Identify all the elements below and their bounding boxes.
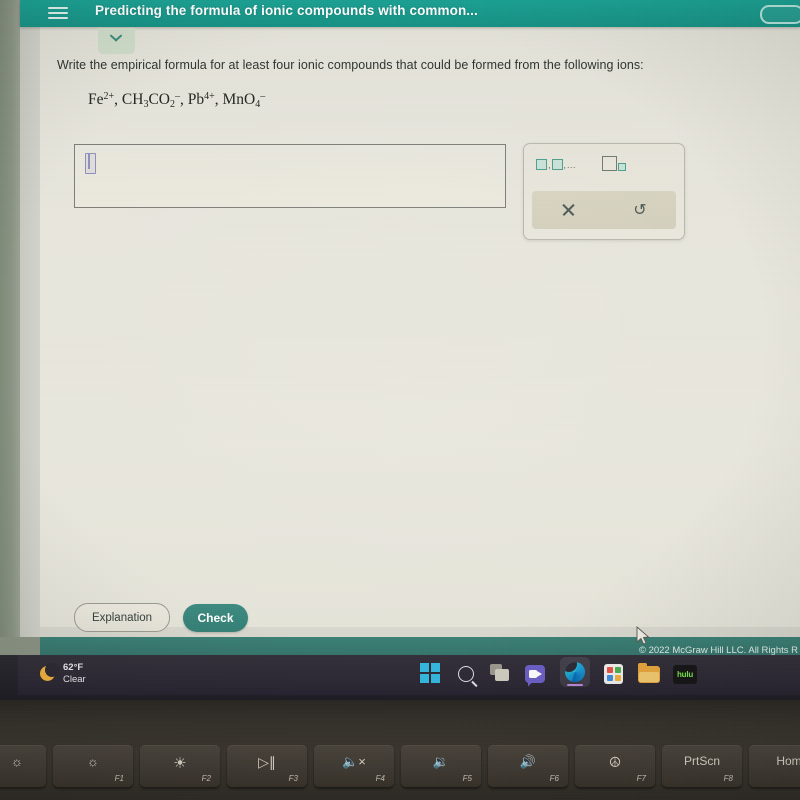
app-header: Predicting the formula of ionic compound… <box>20 0 800 27</box>
brightness-down-key[interactable]: ☼ F1 <box>53 745 133 787</box>
volume-up-key[interactable]: 🔊 F6 <box>488 745 568 787</box>
explanation-button[interactable]: Explanation <box>74 603 170 632</box>
browser-left-gutter <box>20 0 40 655</box>
edge-button[interactable] <box>560 657 590 687</box>
copyright-text: © 2022 McGraw Hill LLC. All Rights R <box>638 645 798 655</box>
list-box-2 <box>551 159 563 170</box>
ion-iron: Fe2+ <box>88 91 115 108</box>
keyboard-backlight-key[interactable]: ☮ F7 <box>575 745 655 787</box>
mute-key[interactable]: 🔈× F4 <box>314 745 394 787</box>
page-background <box>40 27 800 627</box>
mouse-cursor-icon <box>636 626 650 645</box>
hamburger-menu-icon[interactable] <box>48 4 70 22</box>
folder-icon <box>638 662 660 683</box>
windows-taskbar: 62°F Clear hulu <box>0 655 800 700</box>
sub-index-box <box>618 163 626 171</box>
key-label-f7: F7 <box>636 774 646 783</box>
laptop-screen: Predicting the formula of ionic compound… <box>0 0 800 655</box>
list-box-1 <box>536 159 547 170</box>
edge-icon <box>565 662 585 682</box>
ion-permanganate: MnO4– <box>222 91 266 110</box>
key-label-f1: F1 <box>114 774 124 783</box>
palette-tool-row: , , ... <box>524 154 684 189</box>
text-cursor-icon <box>85 153 96 174</box>
store-button[interactable] <box>603 663 625 685</box>
list-comma-2: , <box>563 160 567 170</box>
search-icon <box>458 665 474 682</box>
task-view-button[interactable] <box>490 663 512 685</box>
print-screen-key[interactable]: PrtScn F8 <box>662 745 742 787</box>
x-clear-icon[interactable] <box>532 191 604 229</box>
header-pill-button[interactable] <box>760 5 800 24</box>
chat-icon <box>525 664 545 687</box>
start-button[interactable] <box>420 662 442 685</box>
task-view-icon <box>490 663 512 683</box>
ion-lead: Pb4+ <box>187 91 215 108</box>
windows-logo-icon <box>420 662 442 683</box>
formula-tool-palette: , , ... ↺ <box>523 143 685 240</box>
list-of-items-icon[interactable]: , , ... <box>536 159 576 170</box>
key-label-f2: F2 <box>201 774 211 783</box>
file-explorer-button[interactable] <box>638 662 660 685</box>
check-button[interactable]: Check <box>183 604 248 632</box>
play-pause-key[interactable]: ▷∥ F3 <box>227 745 307 787</box>
undo-reset-icon[interactable]: ↺ <box>604 191 676 229</box>
microsoft-store-icon <box>604 663 623 684</box>
active-app-indicator <box>567 683 583 686</box>
teams-button[interactable] <box>525 663 547 687</box>
key-label-f6: F6 <box>549 774 559 783</box>
brightness-up-key[interactable]: ☀ F2 <box>140 745 220 787</box>
taskbar-icon-row: hulu <box>420 657 697 687</box>
weather-widget[interactable]: 62°F Clear <box>40 662 86 686</box>
key-left-partial[interactable]: ☼ <box>0 745 46 787</box>
key-label-f3: F3 <box>288 774 298 783</box>
question-prompt: Write the empirical formula for at least… <box>57 58 644 72</box>
chevron-down-icon <box>110 37 123 45</box>
key-label-prtscn: PrtScn <box>683 754 720 768</box>
volume-down-key[interactable]: 🔉 F5 <box>401 745 481 787</box>
list-ellipsis: ... <box>567 160 577 170</box>
key-label-f5: F5 <box>462 774 472 783</box>
weather-condition: Clear <box>63 673 86 685</box>
moon-icon <box>40 662 59 682</box>
ion-acetate: CH3CO2– <box>121 91 180 110</box>
weather-temperature: 62°F <box>63 662 84 673</box>
hulu-button[interactable]: hulu <box>673 663 697 685</box>
list-comma-1: , <box>548 160 551 170</box>
hulu-icon: hulu <box>673 664 697 684</box>
key-label-f8: F8 <box>723 774 733 783</box>
search-button[interactable] <box>455 663 477 685</box>
screen-left-bezel <box>0 0 20 655</box>
subscript-superscript-icon[interactable] <box>602 156 626 171</box>
collapse-panel-tab[interactable] <box>98 28 135 54</box>
key-label-f4: F4 <box>375 774 385 783</box>
footer-left-bezel <box>0 637 40 655</box>
answer-input[interactable] <box>74 144 506 208</box>
page-title: Predicting the formula of ionic compound… <box>95 3 478 18</box>
home-key[interactable]: Hom <box>749 745 800 787</box>
ion-formula-list: Fe2+, CH3CO2–, Pb4+, MnO4– <box>88 91 266 110</box>
key-label-home: Hom <box>776 754 800 768</box>
sub-base-box <box>602 156 617 171</box>
palette-action-row: ↺ <box>532 191 676 229</box>
screenshot-root: Predicting the formula of ionic compound… <box>0 0 800 800</box>
